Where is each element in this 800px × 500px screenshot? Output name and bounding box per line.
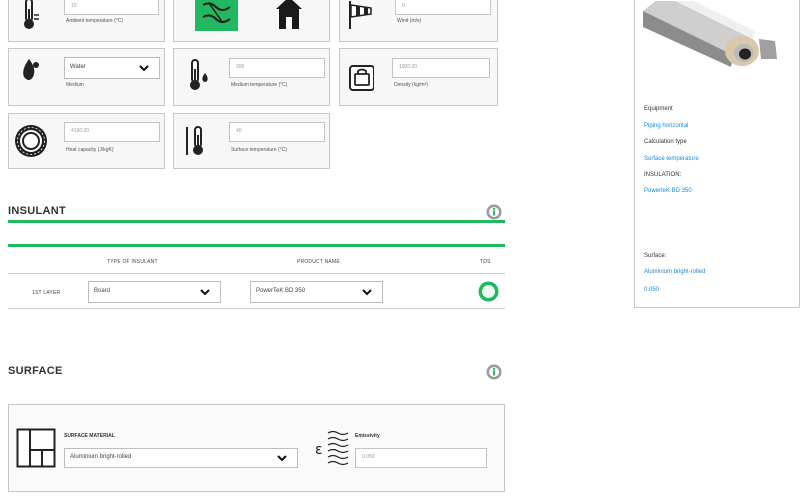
type-of-insulant-header: TYPE OF INSULANT [107, 259, 158, 265]
medium-select[interactable]: Water [64, 57, 160, 79]
summary-panel: Equipment Piping horizontal Calculation … [634, 0, 800, 308]
medium-temperature-input[interactable]: 200 [229, 58, 325, 78]
insulation-value[interactable]: PowerteK BD 350 [644, 188, 692, 194]
insulant-table-rule [8, 273, 505, 274]
surface-heading: SURFACE [8, 365, 63, 377]
density-card: 1000.00 Density (kg/m³) [339, 48, 498, 106]
surface-material-icon [16, 428, 56, 468]
medium-card: Water Medium [8, 48, 165, 106]
equipment-label: Equipment [644, 106, 673, 112]
emissivity-input[interactable]: 0.050 [355, 448, 487, 468]
surface-material-label: SURFACE MATERIAL [64, 433, 115, 439]
insulant-rule-bottom [8, 244, 505, 247]
surface-material-value: Aluminium bright-rolled [70, 454, 132, 460]
medium-label: Medium [66, 82, 84, 88]
surface-summary-value[interactable]: Aluminium bright-rolled [644, 269, 705, 275]
insulant-type-select[interactable]: Board [88, 281, 221, 303]
surface-temperature-card: 40 Surface temperature (°C) [173, 113, 330, 169]
emissivity-summary-value[interactable]: 0.050 [644, 287, 659, 293]
heat-capacity-input[interactable]: 4190.00 [64, 122, 160, 142]
ambient-temperature-label: Ambient temperature (°C) [66, 18, 124, 24]
density-input[interactable]: 1000.00 [392, 58, 490, 78]
chevron-down-icon [362, 289, 372, 296]
outdoor-option[interactable] [195, 0, 238, 31]
weight-icon [349, 65, 374, 91]
surface-summary-label: Surface: [644, 253, 667, 259]
tds-header: TDS [480, 259, 491, 265]
wind-card: 0 Wind (m/s) [339, 0, 498, 42]
ambient-temperature-card: 10 Ambient temperature (°C) [8, 0, 165, 42]
emissivity-label: Emissivity [355, 433, 380, 439]
medium-value: Water [70, 64, 86, 70]
insulant-type-value: Board [94, 288, 111, 294]
chevron-down-icon [200, 289, 210, 296]
medium-temperature-card: 200 Medium temperature (°C) [173, 48, 330, 106]
chevron-down-icon [139, 65, 149, 72]
surface-temperature-input[interactable]: 40 [229, 122, 325, 142]
building-icon[interactable] [274, 0, 304, 31]
chevron-down-icon [277, 455, 287, 462]
product-name-value: PowerTeK BD 350 [256, 288, 306, 294]
surface-material-select[interactable]: Aluminium bright-rolled [64, 448, 298, 468]
emissivity-icon: ε [315, 430, 349, 466]
insulant-heading: INSULANT [8, 205, 67, 217]
insulant-row-rule [8, 308, 505, 309]
product-name-header: PRODUCT NAME [297, 259, 340, 265]
density-label: Density (kg/m³) [394, 82, 428, 88]
wind-label: Wind (m/s) [397, 18, 422, 24]
heat-capacity-label: Heat capacity (J/kgK) [66, 147, 114, 153]
insulated-pipe-image [643, 1, 791, 89]
heat-capacity-card: 4190.00 Heat capacity (J/kgK) [8, 113, 165, 169]
calculation-type-label: Calculation type [644, 139, 687, 145]
location-card [173, 0, 330, 42]
medium-temperature-label: Medium temperature (°C) [231, 82, 288, 88]
tds-document-icon[interactable] [478, 281, 499, 302]
outdoor-pipe-icon [202, 2, 231, 24]
thermometer-icon [24, 0, 39, 29]
info-icon[interactable] [486, 204, 502, 220]
pipe-section-icon [15, 125, 47, 157]
wind-input[interactable]: 0 [395, 0, 491, 15]
water-drop-icon [23, 59, 39, 80]
insulant-rule-top [8, 220, 505, 223]
product-name-select[interactable]: PowerTeK BD 350 [250, 281, 383, 303]
surface-thermometer-icon [186, 126, 203, 155]
info-icon[interactable] [486, 364, 502, 380]
thermometer-drop-icon [190, 59, 208, 90]
calculation-type-value[interactable]: Surface temperature [644, 156, 699, 162]
equipment-value[interactable]: Piping horizontal [644, 123, 688, 129]
first-layer-label: 1ST LAYER [32, 290, 61, 296]
surface-temperature-label: Surface temperature (°C) [231, 147, 287, 153]
insulation-label: INSULATION: [644, 172, 682, 178]
surface-panel: SURFACE MATERIAL Aluminium bright-rolled… [8, 404, 505, 492]
svg-text:ε: ε [315, 442, 323, 458]
windsock-icon [349, 1, 372, 29]
ambient-temperature-input[interactable]: 10 [64, 0, 159, 15]
